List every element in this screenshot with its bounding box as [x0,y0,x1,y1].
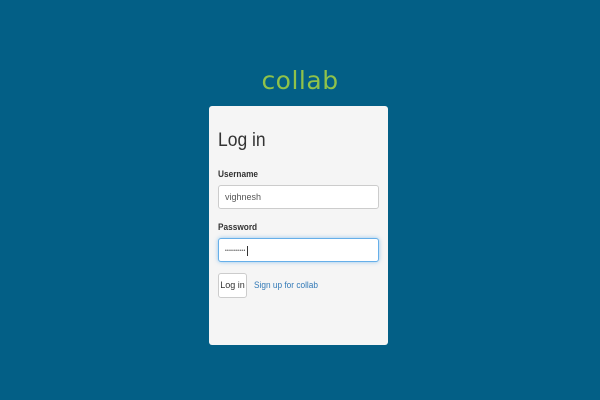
password-input-value: •••••••••• [225,247,246,254]
signup-link[interactable]: Sign up for collab [254,280,318,291]
page-title: Log in [218,130,266,151]
password-label: Password [218,222,258,232]
text-caret [246,245,248,256]
username-input[interactable]: vighnesh [218,185,379,209]
password-input[interactable]: •••••••••• [218,238,379,262]
username-label: Username [218,169,259,179]
collab-logo: collab [261,66,339,95]
username-input-value: vighnesh [225,192,262,202]
login-button[interactable]: Log in [218,273,247,298]
login-panel: Log in Username vighnesh Password ••••••… [209,106,388,345]
